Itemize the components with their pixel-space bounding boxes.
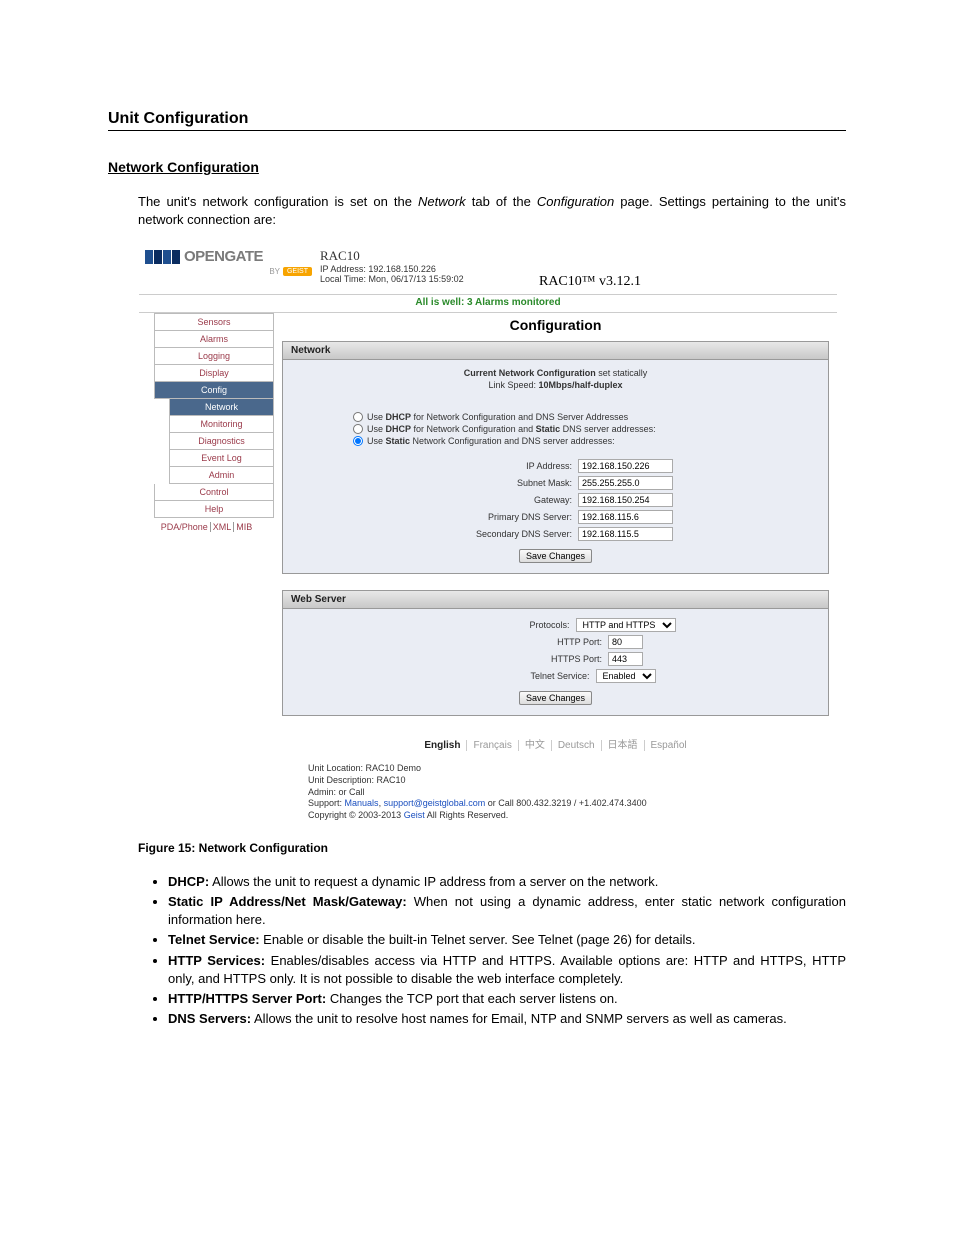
section-title: Unit Configuration bbox=[108, 110, 846, 131]
nav-sensors[interactable]: Sensors bbox=[154, 313, 274, 331]
telnet-label: Telnet Service: bbox=[456, 671, 596, 681]
manuals-link[interactable]: Manuals bbox=[345, 798, 379, 808]
figure-caption: Figure 15: Network Configuration bbox=[138, 841, 846, 855]
nav-alarms[interactable]: Alarms bbox=[154, 331, 274, 348]
subnet-input[interactable] bbox=[578, 476, 673, 490]
logo-icon bbox=[145, 250, 180, 264]
nav-monitoring[interactable]: Monitoring bbox=[169, 416, 274, 433]
bullet-dns: DNS Servers: Allows the unit to resolve … bbox=[168, 1010, 846, 1028]
lang-fr[interactable]: Français bbox=[467, 740, 518, 751]
bullet-dhcp: DHCP: Allows the unit to request a dynam… bbox=[168, 873, 846, 891]
lang-ja[interactable]: 日本語 bbox=[602, 740, 645, 751]
webserver-panel: Web Server Protocols: HTTP and HTTPS HTT… bbox=[282, 590, 829, 716]
ip-address-label: IP Address: bbox=[438, 461, 578, 471]
device-header-info: RAC10 IP Address: 192.168.150.226 Local … bbox=[320, 248, 464, 290]
gateway-input[interactable] bbox=[578, 493, 673, 507]
ip-address-input[interactable] bbox=[578, 459, 673, 473]
language-selector: EnglishFrançais中文Deutsch日本語Español bbox=[282, 732, 829, 761]
dns2-input[interactable] bbox=[578, 527, 673, 541]
nav-logging[interactable]: Logging bbox=[154, 348, 274, 365]
nav-mib[interactable]: MIB bbox=[234, 522, 254, 532]
network-panel-header: Network bbox=[283, 342, 828, 360]
http-port-input[interactable] bbox=[608, 635, 643, 649]
nav-control[interactable]: Control bbox=[154, 484, 274, 501]
lang-de[interactable]: Deutsch bbox=[552, 740, 602, 751]
nav-display[interactable]: Display bbox=[154, 365, 274, 382]
brand-logo: OPENGATE BY GEIST bbox=[145, 248, 320, 290]
nav-config[interactable]: Config bbox=[154, 382, 274, 399]
device-name: RAC10 bbox=[320, 248, 464, 264]
webserver-save-button[interactable]: Save Changes bbox=[519, 691, 592, 705]
radio-dhcp-all[interactable] bbox=[353, 412, 363, 422]
protocols-label: Protocols: bbox=[436, 620, 576, 630]
webserver-panel-header: Web Server bbox=[283, 591, 828, 609]
lang-es[interactable]: Español bbox=[645, 740, 693, 751]
firmware-version: RAC10™ v3.12.1 bbox=[539, 248, 831, 290]
https-port-input[interactable] bbox=[608, 652, 643, 666]
protocols-select[interactable]: HTTP and HTTPS bbox=[576, 618, 676, 632]
lang-zh[interactable]: 中文 bbox=[519, 740, 552, 751]
geist-link[interactable]: Geist bbox=[404, 810, 425, 820]
bullet-http: HTTP Services: Enables/disables access v… bbox=[168, 952, 846, 988]
config-screenshot: OPENGATE BY GEIST RAC10 IP Address: 192.… bbox=[138, 243, 838, 830]
nav-aux-links: PDA/PhoneXMLMIB bbox=[139, 518, 274, 536]
support-email-link[interactable]: support@geistglobal.com bbox=[384, 798, 486, 808]
nav-pda[interactable]: PDA/Phone bbox=[159, 522, 211, 532]
gateway-label: Gateway: bbox=[438, 495, 578, 505]
description-list: DHCP: Allows the unit to request a dynam… bbox=[146, 873, 846, 1029]
nav-help[interactable]: Help bbox=[154, 501, 274, 518]
lang-en[interactable]: English bbox=[418, 740, 467, 751]
subsection-title: Network Configuration bbox=[108, 159, 846, 175]
telnet-select[interactable]: Enabled bbox=[596, 669, 656, 683]
dns1-label: Primary DNS Server: bbox=[438, 512, 578, 522]
config-title: Configuration bbox=[282, 313, 829, 341]
dns1-input[interactable] bbox=[578, 510, 673, 524]
radio-static-all[interactable] bbox=[353, 436, 363, 446]
radio-dhcp-staticdns[interactable] bbox=[353, 424, 363, 434]
nav-diagnostics[interactable]: Diagnostics bbox=[169, 433, 274, 450]
logo-text: OPENGATE bbox=[184, 248, 263, 265]
geist-badge: GEIST bbox=[283, 267, 312, 276]
bullet-static: Static IP Address/Net Mask/Gateway: When… bbox=[168, 893, 846, 929]
bullet-telnet: Telnet Service: Enable or disable the bu… bbox=[168, 931, 846, 949]
https-port-label: HTTPS Port: bbox=[468, 654, 608, 664]
dns2-label: Secondary DNS Server: bbox=[438, 529, 578, 539]
network-panel: Network Current Network Configuration se… bbox=[282, 341, 829, 574]
sidebar-nav: Sensors Alarms Logging Display Config Ne… bbox=[139, 313, 274, 829]
http-port-label: HTTP Port: bbox=[468, 637, 608, 647]
network-save-button[interactable]: Save Changes bbox=[519, 549, 592, 563]
nav-xml[interactable]: XML bbox=[211, 522, 235, 532]
subnet-label: Subnet Mask: bbox=[438, 478, 578, 488]
intro-paragraph: The unit's network configuration is set … bbox=[138, 193, 846, 229]
nav-admin[interactable]: Admin bbox=[169, 467, 274, 484]
bullet-port: HTTP/HTTPS Server Port: Changes the TCP … bbox=[168, 990, 846, 1008]
nav-network[interactable]: Network bbox=[169, 399, 274, 416]
nav-eventlog[interactable]: Event Log bbox=[169, 450, 274, 467]
status-line: All is well: 3 Alarms monitored bbox=[139, 294, 837, 312]
footer-info: Unit Location: RAC10 Demo Unit Descripti… bbox=[282, 761, 829, 821]
